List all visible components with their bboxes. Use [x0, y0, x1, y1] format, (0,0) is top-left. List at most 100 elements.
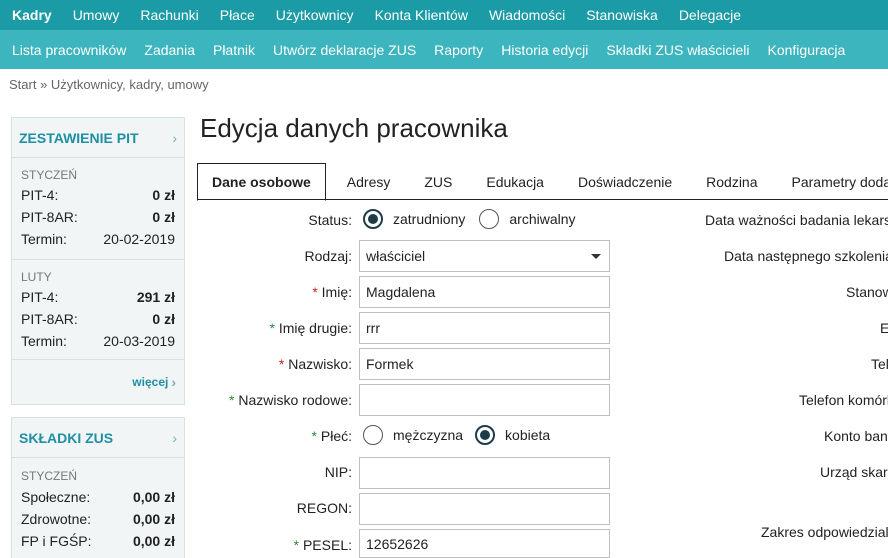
zus-row-value: 0,00 zł — [132, 533, 175, 549]
zus-summary-box: SKŁADKI ZUS › STYCZEŃ Społeczne: 0,00 zł … — [11, 417, 185, 558]
plec-radio-group: mężczyzna kobieta — [363, 425, 564, 445]
chevron-right-icon: › — [171, 374, 176, 390]
plec-label: * Płeć: — [311, 428, 352, 444]
nazwisko-rodowe-input[interactable] — [359, 384, 610, 416]
nip-label: NIP: — [324, 464, 352, 480]
pesel-input[interactable]: 12652626 — [359, 529, 610, 558]
plec-radio-mezczyzna[interactable] — [363, 425, 383, 445]
email-label: E-mail: — [880, 320, 888, 336]
plec-radio-kobieta[interactable] — [475, 425, 496, 445]
zus-summary-title: SKŁADKI ZUS — [19, 429, 114, 446]
pit4-value: 0 zł — [152, 187, 175, 203]
stanowisko-label: Stanowisko: — [846, 284, 888, 300]
term-label: Termin: — [21, 333, 67, 349]
sub-nav: Lista pracowników Zadania Płatnik Utwórz… — [0, 30, 888, 69]
zakres-odpowiedzialnosci-label: Zakres odpowiedzialności: — [761, 524, 888, 540]
sub-nav-konfiguracja[interactable]: Konfiguracja — [768, 42, 846, 58]
imie-label: * Imię: — [312, 284, 352, 300]
pit-summary-header[interactable]: ZESTAWIENIE PIT › — [12, 118, 184, 158]
top-nav-umowy[interactable]: Umowy — [73, 7, 120, 23]
imie-drugie-label: * Imię drugie: — [269, 320, 353, 336]
status-radio-zatrudniony[interactable] — [363, 209, 383, 229]
chevron-right-icon: › — [172, 129, 177, 146]
nazwisko-label: * Nazwisko: — [278, 356, 352, 372]
tab-dane-osobowe[interactable]: Dane osobowe — [197, 163, 326, 201]
zus-summary-header[interactable]: SKŁADKI ZUS › — [12, 418, 184, 458]
status-radio-group: zatrudniony archiwalny — [363, 209, 590, 229]
top-nav-kadry[interactable]: Kadry — [12, 7, 52, 23]
urzad-skarbowy-label: Urząd skarbowy: — [820, 464, 888, 480]
pit4-label: PIT-4: — [21, 187, 59, 203]
pit8ar-label: PIT-8AR: — [21, 311, 78, 327]
term-value: 20-03-2019 — [103, 333, 175, 349]
tab-zus[interactable]: ZUS — [407, 163, 469, 200]
pit4-label: PIT-4: — [21, 289, 59, 305]
sub-nav-historia-edycji[interactable]: Historia edycji — [501, 42, 588, 58]
tab-edukacja[interactable]: Edukacja — [469, 163, 561, 200]
rodzaj-value: właściciel — [366, 248, 426, 264]
chevron-right-icon: › — [172, 429, 177, 446]
sub-nav-skladki-zus[interactable]: Składki ZUS właścicieli — [606, 42, 749, 58]
pit8ar-row: PIT-8AR: 0 zł — [21, 308, 175, 330]
top-nav-wiadomosci[interactable]: Wiadomości — [489, 7, 565, 23]
regon-input[interactable] — [359, 493, 610, 525]
status-option-label: archiwalny — [509, 211, 576, 227]
sub-nav-utworz-deklaracje[interactable]: Utwórz deklaracje ZUS — [273, 42, 416, 58]
telefon-label: Telefon: — [871, 356, 888, 372]
nip-input[interactable] — [359, 457, 610, 489]
page-title: Edycja danych pracownika — [200, 113, 508, 143]
pit-summary-box: ZESTAWIENIE PIT › STYCZEŃ PIT-4: 0 zł PIT… — [11, 117, 185, 405]
pit8ar-value: 0 zł — [152, 209, 175, 225]
zus-row: Zdrowotne: 0,00 zł — [21, 508, 175, 530]
zus-row-label: Społeczne: — [21, 489, 91, 505]
nazwisko-rodowe-label: * Nazwisko rodowe: — [229, 392, 352, 408]
rodzaj-select[interactable]: właściciel — [359, 240, 610, 272]
tab-adresy[interactable]: Adresy — [330, 163, 408, 200]
tab-parametry-dodatkowe[interactable]: Parametry dodatkowe — [775, 163, 888, 200]
more-link-label: więcej — [132, 375, 169, 389]
sub-nav-lista-pracownikow[interactable]: Lista pracowników — [12, 42, 126, 58]
zus-row-value: 0,00 zł — [132, 511, 175, 527]
pit8ar-value: 0 zł — [152, 311, 175, 327]
term-label: Termin: — [21, 231, 67, 247]
plec-option-label: mężczyzna — [393, 427, 464, 443]
status-option-label: zatrudniony — [393, 211, 466, 227]
term-row: Termin: 20-03-2019 — [21, 330, 175, 352]
imie-drugie-input[interactable]: rrr — [359, 312, 610, 344]
top-nav-konta-klientow[interactable]: Konta Klientów — [375, 7, 468, 23]
zus-row-label: Zdrowotne: — [21, 511, 92, 527]
sub-nav-platnik[interactable]: Płatnik — [213, 42, 255, 58]
imie-input[interactable]: Magdalena — [359, 276, 610, 308]
top-nav-stanowiska[interactable]: Stanowiska — [586, 7, 658, 23]
rodzaj-label: Rodzaj: — [304, 248, 352, 264]
month-label: STYCZEŃ — [21, 469, 78, 483]
pit-month-feb: LUTY PIT-4: 291 zł PIT-8AR: 0 zł Termin: 20… — [12, 260, 184, 360]
pit-month-jan: STYCZEŃ PIT-4: 0 zł PIT-8AR: 0 zł Termin: 2… — [12, 158, 184, 260]
sub-nav-zadania[interactable]: Zadania — [144, 42, 195, 58]
top-nav-delegacje[interactable]: Delegacje — [679, 7, 741, 23]
pit-summary-title: ZESTAWIENIE PIT — [19, 129, 139, 146]
pit4-row: PIT-4: 291 zł — [21, 286, 175, 308]
tab-doswiadczenie[interactable]: Doświadczenie — [561, 163, 689, 200]
breadcrumb[interactable]: Start » Użytkownicy, kadry, umowy — [9, 77, 209, 92]
zus-row: FP i FGŚP: 0,00 zł — [21, 530, 175, 552]
status-radio-archiwalny[interactable] — [479, 209, 500, 229]
badanie-lekarskie-label: Data ważności badania lekarskiego: — [705, 212, 888, 228]
szkolenie-bhp-label: Data następnego szkolenia BHP: — [724, 248, 888, 264]
nazwisko-input[interactable]: Formek — [359, 348, 610, 380]
tab-rodzina[interactable]: Rodzina — [689, 163, 774, 200]
top-nav: Kadry Umowy Rachunki Płace Użytkownicy K… — [0, 0, 888, 30]
zus-month-jan: STYCZEŃ Społeczne: 0,00 zł Zdrowotne: 0,00… — [12, 458, 184, 552]
zus-row-value: 0,00 zł — [132, 489, 175, 505]
term-value: 20-02-2019 — [103, 231, 175, 247]
status-label: Status: — [308, 212, 352, 228]
pit8ar-label: PIT-8AR: — [21, 209, 78, 225]
zus-row-label: FP i FGŚP: — [21, 533, 92, 549]
regon-label: REGON: — [296, 500, 352, 516]
konto-bankowe-label: Konto bankowe: — [824, 428, 888, 444]
top-nav-place[interactable]: Płace — [220, 7, 255, 23]
top-nav-uzytkownicy[interactable]: Użytkownicy — [276, 7, 354, 23]
top-nav-rachunki[interactable]: Rachunki — [140, 7, 198, 23]
sub-nav-raporty[interactable]: Raporty — [434, 42, 483, 58]
more-link[interactable]: więcej › — [12, 360, 184, 404]
